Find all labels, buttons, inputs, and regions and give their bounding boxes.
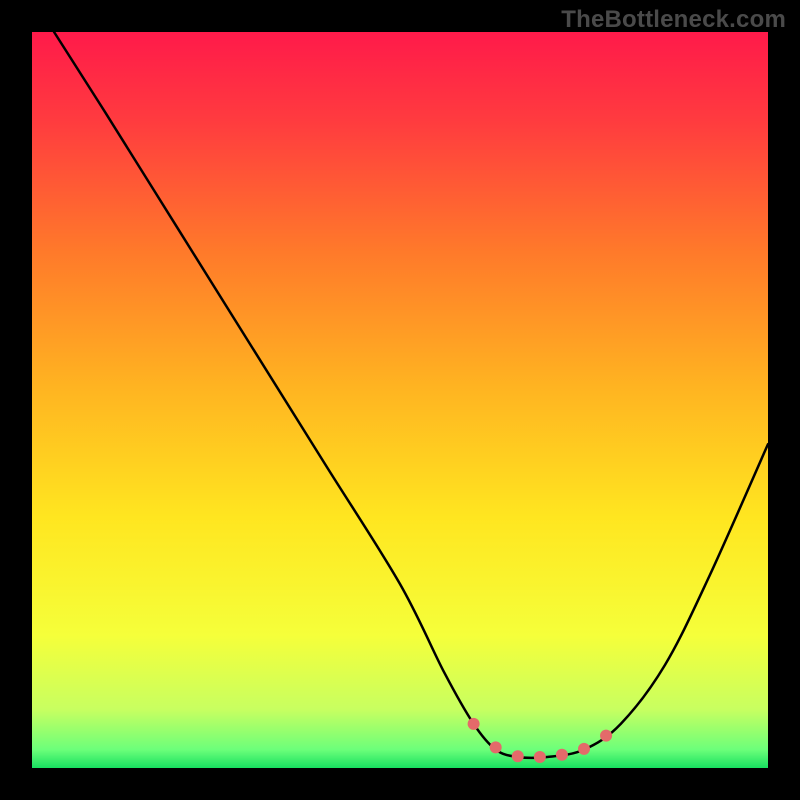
marker-dot: [578, 743, 590, 755]
marker-dot: [468, 718, 480, 730]
marker-dot: [534, 751, 546, 763]
marker-dot: [600, 730, 612, 742]
chart-frame: TheBottleneck.com: [0, 0, 800, 800]
marker-dot: [512, 750, 524, 762]
plot-background: [32, 32, 768, 768]
marker-dot: [556, 749, 568, 761]
bottleneck-chart: [0, 0, 800, 800]
marker-dot: [490, 741, 502, 753]
